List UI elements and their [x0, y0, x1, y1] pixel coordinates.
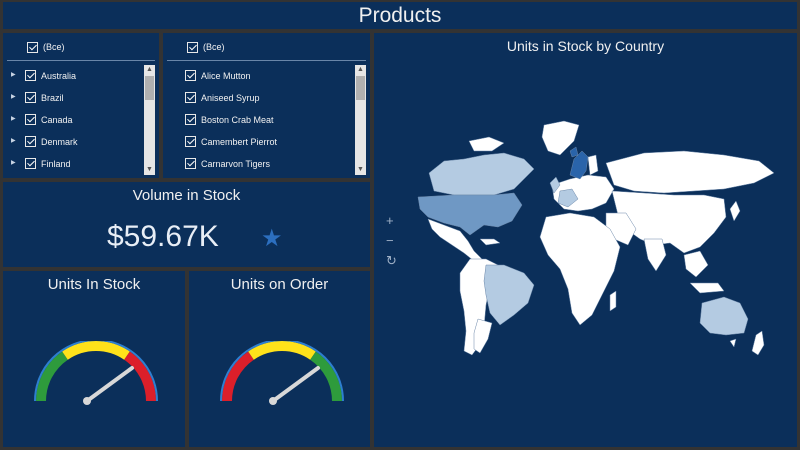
list-item[interactable]: ▶ Canada [3, 109, 145, 131]
scroll-down-icon[interactable]: ▼ [144, 165, 155, 175]
select-all-label: (Все) [43, 42, 65, 52]
checkbox[interactable] [185, 136, 196, 147]
canada-islands-region [468, 136, 505, 152]
gauge-needle [269, 366, 320, 405]
list-item[interactable]: ▶ Denmark [3, 131, 145, 153]
world-map[interactable] [374, 33, 797, 447]
list-item[interactable]: ▶ Brazil [3, 87, 145, 109]
country-scrollbar[interactable]: ▲ ▼ [144, 65, 155, 175]
country-filter: (Все) ▶ Australia ▶ Brazil ▶ Canada ▶ Denmar… [3, 33, 159, 178]
product-list: Alice Mutton Aniseed Syrup Boston Crab M… [163, 65, 356, 175]
expand-arrow-icon[interactable]: ▶ [11, 93, 16, 100]
checkbox[interactable] [25, 114, 36, 125]
expand-arrow-icon[interactable]: ▶ [11, 71, 16, 78]
list-item[interactable]: Boston Crab Meat [163, 109, 356, 131]
units-in-stock-gauge [34, 341, 158, 405]
expand-arrow-icon[interactable]: ▶ [11, 115, 16, 122]
brazil-region [483, 264, 535, 326]
list-item[interactable]: ▶ Australia [3, 65, 145, 87]
country-list: ▶ Australia ▶ Brazil ▶ Canada ▶ Denmark ▶ Fin… [3, 65, 145, 175]
scroll-thumb[interactable] [356, 76, 365, 100]
units-in-stock-gauge-card: Units In Stock [3, 271, 185, 447]
gauge-title: Units In Stock [47, 276, 141, 293]
checkbox[interactable] [25, 92, 36, 103]
list-item[interactable]: Aniseed Syrup [163, 87, 356, 109]
page-title: Products [3, 2, 797, 29]
checkbox[interactable] [25, 158, 36, 169]
russia-region [605, 150, 775, 194]
finland-region [587, 154, 599, 176]
units-on-order-gauge [220, 341, 344, 405]
scroll-down-icon[interactable]: ▼ [355, 165, 366, 175]
checkbox[interactable] [25, 70, 36, 81]
scroll-up-icon[interactable]: ▲ [355, 65, 366, 75]
india-region [643, 238, 667, 272]
units-in-stock-map-card: Units in Stock by Country + − ↻ [374, 33, 797, 447]
checkbox[interactable] [185, 158, 196, 169]
star-icon: ★ [261, 225, 283, 252]
checkbox[interactable] [185, 70, 196, 81]
argentina-region [473, 318, 493, 354]
scroll-thumb[interactable] [145, 76, 154, 100]
list-item[interactable]: ▶ Finland [3, 153, 145, 175]
canada-region [428, 152, 535, 196]
madagascar-region [609, 290, 617, 312]
indonesia-region [689, 282, 725, 294]
tasmania-region [729, 338, 737, 348]
select-all-checkbox[interactable] [187, 42, 198, 53]
list-item[interactable]: Carnarvon Tigers [163, 153, 356, 175]
new-zealand-region [751, 330, 765, 356]
southeast-asia-region [683, 250, 709, 278]
country-filter-header[interactable]: (Все) [7, 33, 155, 61]
japan-region [729, 200, 741, 222]
checkbox[interactable] [185, 92, 196, 103]
australia-region [699, 296, 749, 336]
product-filter-header[interactable]: (Все) [167, 33, 366, 61]
scroll-up-icon[interactable]: ▲ [144, 65, 155, 75]
units-on-order-gauge-card: Units on Order [189, 271, 370, 447]
product-scrollbar[interactable]: ▲ ▼ [355, 65, 366, 175]
africa-region [539, 212, 621, 326]
product-filter: (Все) Alice Mutton Aniseed Syrup Boston … [163, 33, 370, 178]
expand-arrow-icon[interactable]: ▶ [11, 159, 16, 166]
checkbox[interactable] [185, 114, 196, 125]
list-item[interactable]: Camembert Pierrot [163, 131, 356, 153]
caribbean-region [479, 238, 501, 246]
kpi-title: Volume in Stock [132, 187, 241, 204]
denmark-region [569, 146, 579, 158]
gauge-title: Units on Order [230, 276, 329, 293]
select-all-checkbox[interactable] [27, 42, 38, 53]
gauge-needle [83, 366, 134, 405]
list-item[interactable]: Alice Mutton [163, 65, 356, 87]
kpi-value: $59.67K [107, 220, 219, 253]
select-all-label: (Все) [203, 42, 225, 52]
volume-in-stock-card: Volume in Stock $59.67K ★ [3, 182, 370, 267]
expand-arrow-icon[interactable]: ▶ [11, 137, 16, 144]
checkbox[interactable] [25, 136, 36, 147]
